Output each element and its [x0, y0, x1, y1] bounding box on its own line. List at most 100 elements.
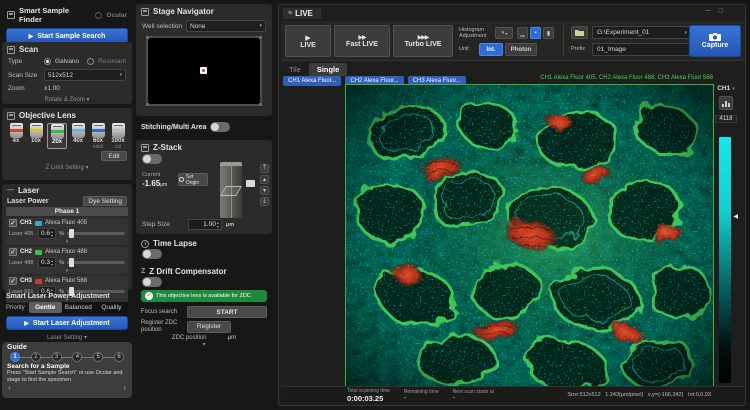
objective-lens-panel: Objective Lens 4x 10x 20x 40x 60x SilOi — [2, 108, 132, 180]
stage-navigator-title: Stage Navigator — [153, 7, 214, 16]
guide-prev-button[interactable]: ‹ — [8, 383, 11, 392]
ch1-power-slider[interactable] — [67, 232, 125, 235]
z-bottom-button[interactable]: ⤓ — [260, 197, 269, 206]
guide-step-3[interactable]: 3 — [52, 352, 62, 362]
origin-icon — [179, 177, 184, 182]
tab-tile[interactable]: Tile — [283, 63, 307, 76]
dye-setting-button[interactable]: Dye Setting — [83, 196, 127, 206]
priority-balanced[interactable]: Balanced — [62, 302, 95, 313]
unit-photon-button[interactable]: Photon — [505, 43, 537, 56]
radio-galvano[interactable] — [44, 58, 51, 65]
objective-100x[interactable]: 100x Oil — [109, 123, 127, 149]
ch1-laser-label: Laser 405 — [9, 231, 35, 237]
objective-20x-selected[interactable]: 20x — [47, 123, 67, 149]
laser-title: Laser — [18, 186, 39, 195]
unit-label: Unit — [459, 46, 469, 52]
step-size-input[interactable]: 1.00 ▴▾ — [188, 219, 222, 230]
ch2-power-slider[interactable] — [67, 261, 125, 264]
save-path-field[interactable]: G:\Experiment_01 ▾ — [592, 26, 692, 39]
objective-40x[interactable]: 40x — [69, 123, 87, 149]
scan-type-label: Type — [8, 58, 40, 65]
start-laser-adjustment-button[interactable]: ▶ Start Laser Adjustment — [6, 316, 128, 330]
well-selection-select[interactable]: None ▾ — [186, 20, 266, 32]
register-button[interactable]: Register — [187, 321, 231, 333]
guide-step-1[interactable]: 1 — [10, 352, 20, 362]
folder-button[interactable] — [571, 26, 588, 39]
ch3-checkbox[interactable]: ✓ — [9, 277, 17, 285]
lut-channel-select[interactable]: CH1 ▾ — [713, 85, 739, 92]
lut-auto-button[interactable] — [719, 96, 733, 110]
prefix-field[interactable]: 01_Image — [592, 43, 692, 56]
histogram-auto-button[interactable]: ◑ ▾ — [495, 27, 513, 39]
focus-search-start-button[interactable]: START — [187, 306, 267, 318]
application-window: Smart Sample Finder Ocular ▶ Start Sampl… — [0, 0, 750, 410]
live-window-tab[interactable]: ≡ LIVE — [283, 8, 321, 19]
z-down-button[interactable]: ▾ — [260, 186, 269, 195]
turbo-live-button[interactable]: ▶▶▶ Turbo LIVE — [393, 25, 453, 57]
rotate-zoom-expander[interactable]: Rotate & Zoom ▾ — [2, 94, 132, 105]
radio-galvano-label[interactable]: Galvano — [55, 58, 79, 65]
image-caption: CH1 Alexa Fluor 405, CH2 Alexa Fluor 488… — [345, 75, 713, 81]
ch2-checkbox[interactable]: ✓ — [9, 248, 17, 256]
lut-strip: CH1 ▾ 4118 ◀ — [713, 85, 739, 383]
fast-live-button[interactable]: ▶▶ Fast LIVE — [334, 25, 390, 57]
priority-gentle[interactable]: Gentle — [29, 302, 62, 313]
set-origin-button[interactable]: Set Origin — [178, 173, 208, 186]
chevron-down-icon: ▾ — [87, 97, 90, 103]
unit-int-button[interactable]: Int. — [479, 43, 503, 56]
objective-60x[interactable]: 60x SilOil — [89, 123, 107, 149]
ch2-expander[interactable]: ▾ — [9, 269, 125, 273]
radio-resonant[interactable] — [87, 58, 94, 65]
slpa-title: Smart Laser Power Adjustment — [2, 292, 132, 301]
histogram-scale-high-button[interactable]: ▮ — [543, 27, 554, 39]
guide-step-5[interactable]: 5 — [93, 352, 103, 362]
guide-step-2[interactable]: 2 — [31, 352, 41, 362]
priority-quality[interactable]: Quality — [95, 302, 128, 313]
ch2-laser-label: Laser 488 — [9, 260, 35, 266]
ch1-expander[interactable]: ▾ — [9, 240, 125, 244]
zdc-toggle[interactable] — [142, 277, 162, 287]
tab-single[interactable]: Single — [309, 63, 348, 76]
lut-gradient-bar[interactable]: ◀ — [719, 137, 731, 383]
z-range-graphic — [220, 162, 242, 218]
radio-resonant-label[interactable]: Resonant — [98, 58, 126, 65]
ch1-checkbox[interactable]: ✓ — [9, 219, 17, 227]
z-limit-setting-expander[interactable]: Z Limit Setting ▾ — [2, 162, 132, 173]
maximize-icon[interactable]: □ — [719, 8, 723, 15]
guide-step-6[interactable]: 6 — [114, 352, 124, 362]
stitching-title: Stitching/Multi Area — [141, 124, 206, 131]
z-top-button[interactable]: ⤒ — [260, 164, 269, 173]
tab-ocular[interactable]: Ocular — [106, 12, 127, 19]
guide-heading: Search for a Sample — [2, 363, 132, 370]
chip-ch1[interactable]: CH1 Alexa Fluor... — [283, 76, 341, 86]
objective-4x[interactable]: 4x — [7, 123, 25, 149]
time-lapse-toggle[interactable] — [142, 249, 162, 259]
scan-size-select[interactable]: 512x512 ▾ — [44, 69, 126, 81]
lut-marker[interactable]: ◀ — [733, 213, 738, 220]
z-up-button[interactable]: ▴ — [260, 175, 269, 184]
stitching-toggle[interactable] — [210, 122, 230, 132]
stage-map[interactable] — [146, 36, 262, 106]
camera-icon — [709, 33, 721, 41]
scan-zoom-label: Zoom — [8, 85, 40, 92]
z-stack-icon — [141, 144, 149, 152]
z-stack-toggle[interactable] — [142, 154, 162, 164]
ch1-power-input[interactable]: 0.6 ▴▾ — [38, 228, 56, 239]
zdc-expander[interactable]: ▾ — [136, 341, 272, 348]
specimen-image[interactable] — [345, 84, 714, 393]
lut-channel-value: CH1 — [717, 85, 730, 92]
histogram-scale-low-button[interactable]: ▁ — [517, 27, 528, 39]
guide-panel: Guide 1 2 3 4 5 6 Search for a Sample Pr… — [2, 342, 132, 398]
ch2-power-input[interactable]: 0.3 ▴▾ — [38, 257, 56, 268]
minimize-icon[interactable]: ─ — [706, 8, 711, 15]
histogram-scale-mid-button[interactable]: ▪ — [530, 27, 541, 39]
guide-next-button[interactable]: › — [123, 383, 126, 392]
capture-button[interactable]: Capture — [689, 25, 741, 57]
objective-10x[interactable]: 10x — [27, 123, 45, 149]
live-button[interactable]: ▶ LIVE — [285, 25, 331, 57]
objective-edit-button[interactable]: Edit — [101, 151, 127, 161]
guide-step-4[interactable]: 4 — [72, 352, 82, 362]
phase-tab[interactable]: Phase 1 — [6, 207, 128, 216]
z-plane-tag[interactable] — [246, 180, 255, 187]
laser-channel-ch2: ✓ CH2 Alexa Fluor 488 Laser 488 0.3 ▴▾ %… — [6, 247, 128, 274]
